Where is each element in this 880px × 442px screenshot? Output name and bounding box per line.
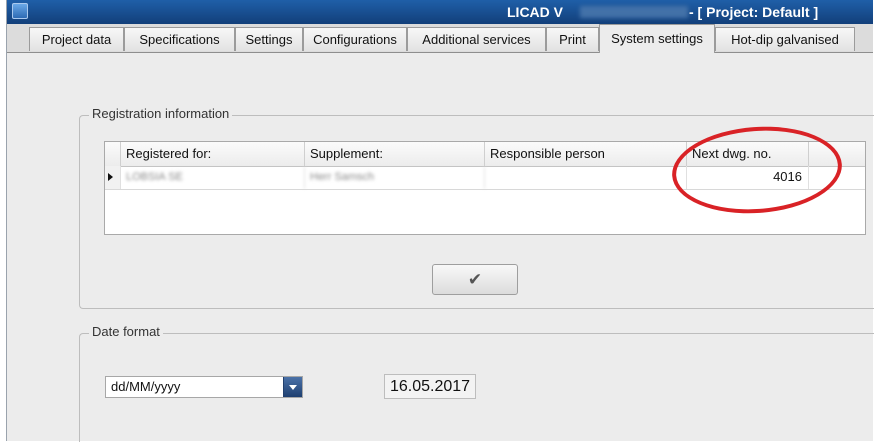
row-selector[interactable] (105, 166, 121, 189)
title-bar: LICAD V - [ Project: Default ] (7, 0, 873, 24)
date-format-selected-value: dd/MM/yyyy (111, 379, 181, 394)
tab-specifications[interactable]: Specifications (124, 27, 235, 51)
column-header-next-dwg-no[interactable]: Next dwg. no. (687, 142, 809, 166)
tab-configurations[interactable]: Configurations (303, 27, 407, 51)
current-row-icon (108, 173, 113, 181)
tab-settings[interactable]: Settings (235, 27, 303, 51)
tab-hot-dip-galvanised[interactable]: Hot-dip galvanised (715, 27, 855, 51)
row-header-corner (105, 142, 121, 166)
registration-group-label: Registration information (89, 106, 233, 121)
date-preview: 16.05.2017 (384, 374, 476, 399)
project-title: - [ Project: Default ] (689, 4, 819, 20)
confirm-button[interactable]: ✔ (432, 264, 518, 295)
app-icon[interactable] (12, 3, 28, 19)
column-header-registered-for[interactable]: Registered for: (121, 142, 305, 166)
date-format-dropdown[interactable]: dd/MM/yyyy (105, 376, 303, 398)
tab-system-settings[interactable]: System settings (599, 24, 715, 53)
tab-project-data[interactable]: Project data (29, 27, 124, 51)
cell-registered-for[interactable]: LOBSIA SE (121, 166, 305, 189)
date-format-group-label: Date format (89, 324, 163, 339)
chevron-down-icon[interactable] (283, 377, 302, 397)
table-header: Registered for: Supplement: Responsible … (105, 142, 865, 167)
redacted-version (580, 6, 688, 18)
tab-bar: Project data Specifications Settings Con… (7, 24, 873, 53)
cell-next-dwg-no[interactable]: 4016 (687, 166, 809, 189)
column-header-supplement[interactable]: Supplement: (305, 142, 485, 166)
column-header-responsible-person[interactable]: Responsible person (485, 142, 687, 166)
tab-print[interactable]: Print (546, 27, 599, 51)
cell-supplement[interactable]: Herr Samsch (305, 166, 485, 189)
tab-additional-services[interactable]: Additional services (407, 27, 546, 51)
checkmark-icon: ✔ (467, 270, 483, 289)
app-title: LICAD V (507, 4, 563, 20)
registration-table: Registered for: Supplement: Responsible … (104, 141, 866, 235)
table-row[interactable]: LOBSIA SE Herr Samsch 4016 (105, 166, 865, 190)
cell-responsible-person[interactable] (485, 166, 687, 189)
